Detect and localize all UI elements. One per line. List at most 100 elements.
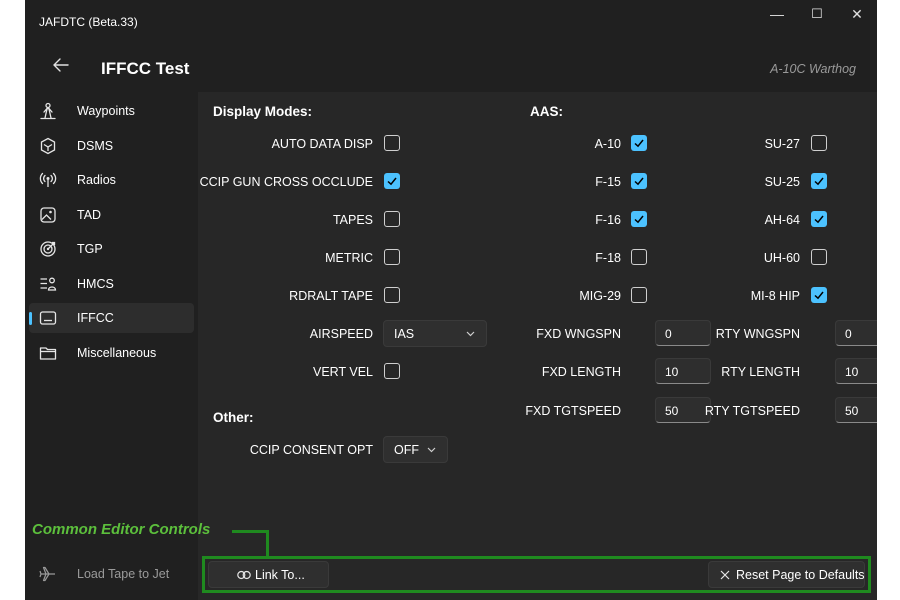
- f18-label: F-18: [595, 251, 621, 265]
- sidebar-item-miscellaneous[interactable]: Miscellaneous: [29, 338, 194, 368]
- vert-vel-label: VERT VEL: [313, 365, 373, 379]
- mi8hip-label: MI-8 HIP: [750, 289, 800, 303]
- mig29-checkbox[interactable]: [631, 287, 647, 303]
- display-modes-heading: Display Modes:: [213, 104, 313, 119]
- minimize-button[interactable]: —: [762, 6, 792, 24]
- annotation-connector: [266, 530, 269, 557]
- sidebar-item-hmcs[interactable]: HMCS: [29, 269, 194, 299]
- sidebar-item-label: Load Tape to Jet: [77, 567, 170, 581]
- ccip-consent-opt-label: CCIP CONSENT OPT: [249, 443, 373, 457]
- rty-tgtspeed-label: RTY TGTSPEED: [704, 404, 800, 418]
- checkmark-icon: [814, 215, 824, 224]
- f18-checkbox[interactable]: [631, 249, 647, 265]
- sidebar-item-load-tape[interactable]: Load Tape to Jet: [29, 559, 194, 589]
- tapes-label: TAPES: [332, 213, 373, 227]
- editor-content: Display Modes: AUTO DATA DISP CCIP GUN C…: [198, 92, 877, 600]
- rty-wngspn-field[interactable]: 0: [835, 320, 877, 346]
- annotation-highlight-box: [202, 556, 871, 593]
- airframe-label: A-10C Warthog: [770, 62, 856, 76]
- sidebar-item-label: TGP: [77, 242, 103, 256]
- fxd-wngspn-label: FXD WNGSPN: [536, 327, 621, 341]
- dsms-icon: [40, 137, 56, 155]
- tapes-checkbox[interactable]: [384, 211, 400, 227]
- app-title: JAFDTC (Beta.33): [39, 15, 138, 29]
- airspeed-value: IAS: [394, 327, 415, 341]
- maximize-button[interactable]: ☐: [802, 6, 832, 24]
- checkmark-icon: [634, 177, 644, 186]
- uh60-label: UH-60: [763, 251, 800, 265]
- rdralt-tape-label: RDRALT TAPE: [289, 289, 373, 303]
- airspeed-label: AIRSPEED: [309, 327, 373, 341]
- su27-checkbox[interactable]: [811, 135, 827, 151]
- sidebar-item-label: TAD: [77, 208, 102, 222]
- rdralt-tape-checkbox[interactable]: [384, 287, 400, 303]
- annotation-label: Common Editor Controls: [32, 521, 211, 538]
- checkmark-icon: [814, 177, 824, 186]
- sidebar-item-label: DSMS: [77, 139, 114, 153]
- fxd-length-field[interactable]: 10: [655, 358, 711, 384]
- auto-data-disp-checkbox[interactable]: [384, 135, 400, 151]
- hmcs-icon: [40, 277, 57, 291]
- sidebar-item-label: Radios: [77, 173, 116, 187]
- page-title: IFFCC Test: [101, 59, 190, 78]
- f15-label: F-15: [595, 175, 621, 189]
- chevron-down-icon: [427, 447, 436, 453]
- mig29-label: MIG-29: [579, 289, 621, 303]
- annotation-connector: [232, 530, 269, 533]
- ccip-gun-cross-occlude-label: CCIP GUN CROSS OCCLUDE: [199, 175, 373, 189]
- metric-checkbox[interactable]: [384, 249, 400, 265]
- sidebar-item-waypoints[interactable]: Waypoints: [29, 96, 194, 126]
- back-button[interactable]: [51, 55, 71, 78]
- radio-antenna-icon: [39, 172, 57, 187]
- mi8hip-checkbox[interactable]: [811, 287, 827, 303]
- ccip-consent-opt-value: OFF: [394, 443, 419, 457]
- checkmark-icon: [634, 215, 644, 224]
- sidebar-item-label: Miscellaneous: [77, 346, 157, 360]
- selection-indicator: [29, 312, 32, 325]
- close-button[interactable]: ✕: [842, 6, 872, 24]
- rty-length-field[interactable]: 10: [835, 358, 877, 384]
- f16-checkbox[interactable]: [631, 211, 647, 227]
- ah64-label: AH-64: [764, 213, 800, 227]
- ccip-gun-cross-occlude-checkbox[interactable]: [384, 173, 400, 189]
- vert-vel-checkbox[interactable]: [384, 363, 400, 379]
- fxd-wngspn-field[interactable]: 0: [655, 320, 711, 346]
- checkmark-icon: [387, 177, 397, 186]
- airplane-icon: [39, 566, 55, 582]
- f16-label: F-16: [595, 213, 621, 227]
- sidebar-item-tad[interactable]: TAD: [29, 200, 194, 230]
- sidebar-item-tgp[interactable]: TGP: [29, 234, 194, 264]
- rty-wngspn-label: RTY WNGSPN: [715, 327, 800, 341]
- other-heading: Other:: [213, 410, 254, 425]
- su25-checkbox[interactable]: [811, 173, 827, 189]
- tad-image-icon: [40, 207, 56, 223]
- sidebar-item-radios[interactable]: Radios: [29, 165, 194, 195]
- checkmark-icon: [634, 139, 644, 148]
- a10-label: A-10: [594, 137, 621, 151]
- title-bar: JAFDTC (Beta.33) — ☐ ✕: [25, 0, 877, 44]
- app-window: JAFDTC (Beta.33) — ☐ ✕ IFFCC Test A-10C …: [25, 0, 877, 600]
- su25-label: SU-25: [764, 175, 800, 189]
- rty-length-label: RTY LENGTH: [721, 365, 800, 379]
- uh60-checkbox[interactable]: [811, 249, 827, 265]
- sidebar-item-label: Waypoints: [77, 104, 135, 118]
- a10-checkbox[interactable]: [631, 135, 647, 151]
- checkmark-icon: [814, 291, 824, 300]
- sidebar-item-dsms[interactable]: DSMS: [29, 131, 194, 161]
- fxd-tgtspeed-field[interactable]: 50: [655, 397, 711, 423]
- folder-icon: [39, 347, 57, 360]
- back-arrow-icon: [53, 58, 69, 72]
- f15-checkbox[interactable]: [631, 173, 647, 189]
- rty-tgtspeed-field[interactable]: 50: [835, 397, 877, 423]
- sidebar-item-iffcc[interactable]: IFFCC: [29, 303, 194, 333]
- metric-label: METRIC: [325, 251, 373, 265]
- ccip-consent-opt-combobox[interactable]: OFF: [383, 436, 448, 463]
- fxd-tgtspeed-label: FXD TGTSPEED: [525, 404, 621, 418]
- su27-label: SU-27: [764, 137, 800, 151]
- target-icon: [40, 241, 56, 257]
- iffcc-screen-icon: [39, 311, 57, 325]
- airspeed-combobox[interactable]: IAS: [383, 320, 487, 347]
- sidebar-item-label: HMCS: [77, 277, 114, 291]
- sidebar-item-label: IFFCC: [77, 311, 114, 325]
- ah64-checkbox[interactable]: [811, 211, 827, 227]
